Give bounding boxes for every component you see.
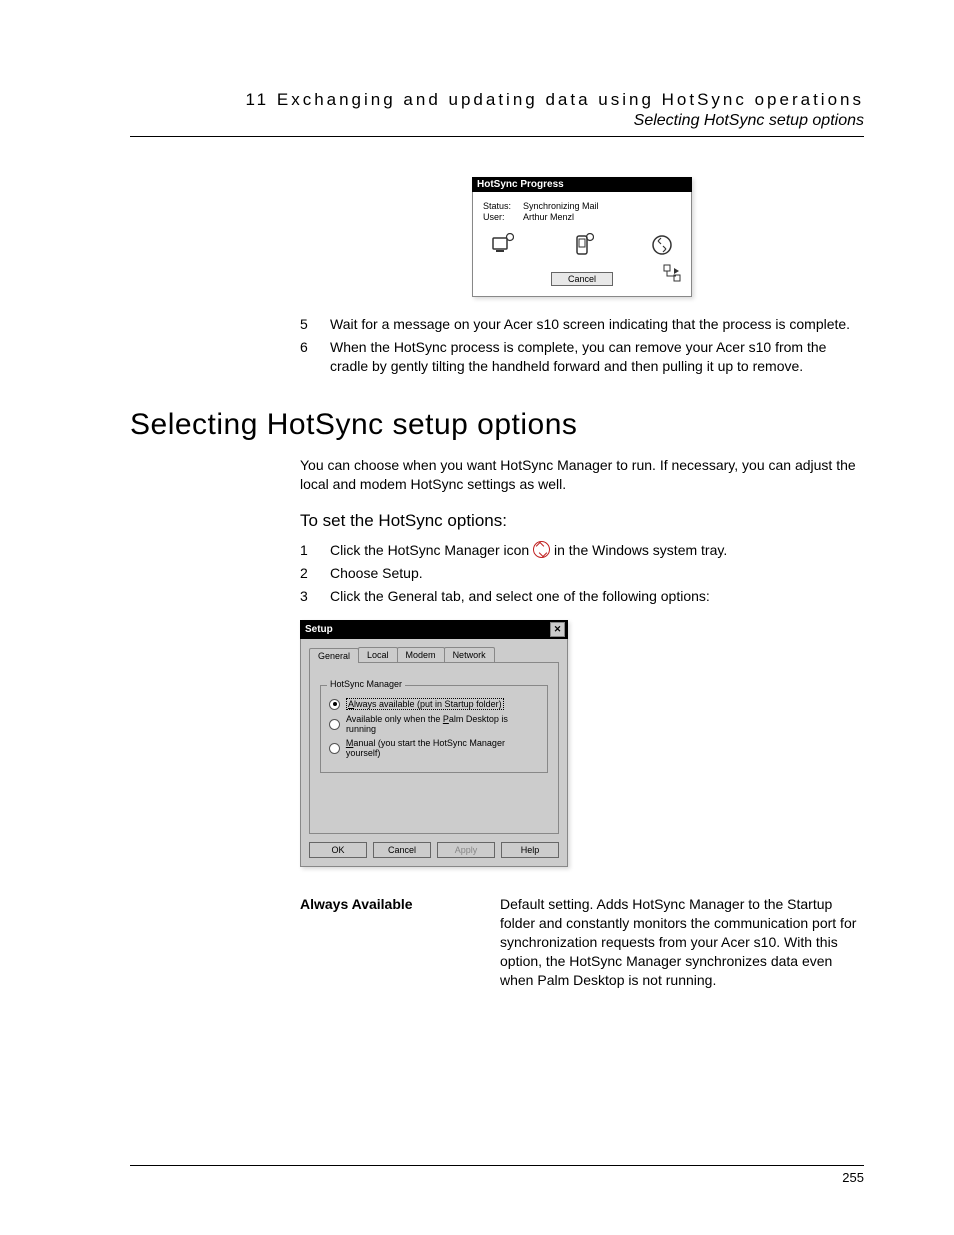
radio-palm-desktop-running[interactable]: Available only when the Palm Desktop is … <box>329 714 539 734</box>
list-item: 1 Click the HotSync Manager icon in the … <box>300 541 864 560</box>
user-value: Arthur Menzl <box>523 212 574 222</box>
step-number: 3 <box>300 587 330 606</box>
cancel-button[interactable]: Cancel <box>373 842 431 858</box>
step-text: Click the HotSync Manager icon in the Wi… <box>330 541 864 560</box>
radio-manual[interactable]: Manual (you start the HotSync Manager yo… <box>329 738 539 758</box>
dialog-title: HotSync Progress <box>472 177 692 192</box>
step-text: When the HotSync process is complete, yo… <box>330 338 864 376</box>
connection-icon <box>663 264 681 286</box>
tab-local[interactable]: Local <box>358 647 398 662</box>
option-term: Always Available <box>300 895 500 989</box>
help-button[interactable]: Help <box>501 842 559 858</box>
page-number: 255 <box>842 1170 864 1185</box>
status-label: Status: <box>483 201 523 211</box>
sync-icon <box>649 232 675 258</box>
chapter-header: 11 Exchanging and updating data using Ho… <box>130 90 864 137</box>
hotsync-manager-icon <box>533 541 550 558</box>
list-item: 3 Click the General tab, and select one … <box>300 587 864 606</box>
tab-general[interactable]: General <box>309 648 359 663</box>
step-number: 2 <box>300 564 330 583</box>
radio-always-available[interactable]: Always available (put in Startup folder) <box>329 698 539 710</box>
setup-dialog: Setup ✕ General Local Modem Network HotS… <box>300 620 568 867</box>
step-text: Choose Setup. <box>330 564 864 583</box>
step-number: 5 <box>300 315 330 334</box>
apply-button[interactable]: Apply <box>437 842 495 858</box>
cancel-button[interactable]: Cancel <box>551 272 613 286</box>
step-number: 6 <box>300 338 330 376</box>
hotsync-progress-dialog: HotSync Progress Status: Synchronizing M… <box>472 177 692 297</box>
intro-paragraph: You can choose when you want HotSync Man… <box>300 456 864 494</box>
section-heading: Selecting HotSync setup options <box>130 408 864 442</box>
list-item: 5 Wait for a message on your Acer s10 sc… <box>300 315 864 334</box>
option-definition: Default setting. Adds HotSync Manager to… <box>500 895 864 989</box>
dialog-title: Setup <box>305 624 333 635</box>
step-text: Wait for a message on your Acer s10 scre… <box>330 315 864 334</box>
page-footer: 255 <box>130 1165 864 1185</box>
pc-icon <box>489 232 515 258</box>
procedure-heading: To set the HotSync options: <box>300 511 864 531</box>
radio-icon <box>329 699 340 710</box>
list-item: 2 Choose Setup. <box>300 564 864 583</box>
ok-button[interactable]: OK <box>309 842 367 858</box>
tab-network[interactable]: Network <box>444 647 495 662</box>
option-description: Always Available Default setting. Adds H… <box>300 895 864 989</box>
tab-modem[interactable]: Modem <box>397 647 445 662</box>
chapter-title: 11 Exchanging and updating data using Ho… <box>130 90 864 110</box>
step-number: 1 <box>300 541 330 560</box>
group-label: HotSync Manager <box>327 679 405 689</box>
list-item: 6 When the HotSync process is complete, … <box>300 338 864 376</box>
radio-icon <box>329 743 340 754</box>
handheld-icon <box>569 232 595 258</box>
radio-icon <box>329 719 340 730</box>
status-value: Synchronizing Mail <box>523 201 599 211</box>
close-icon[interactable]: ✕ <box>550 622 565 637</box>
chapter-subtitle: Selecting HotSync setup options <box>130 112 864 130</box>
step-text: Click the General tab, and select one of… <box>330 587 864 606</box>
user-label: User: <box>483 212 523 222</box>
